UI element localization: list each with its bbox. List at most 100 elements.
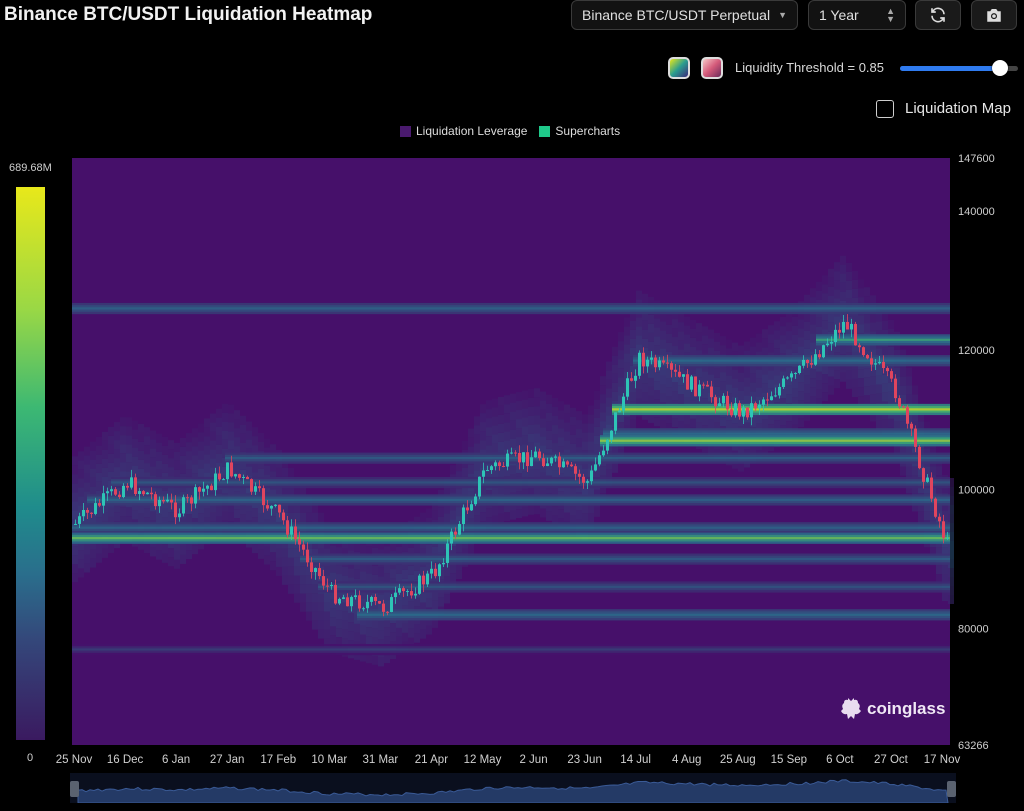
candle-body: [398, 588, 401, 593]
candle-body: [482, 470, 485, 477]
heatmap-cell: [318, 611, 324, 621]
candle-body: [806, 359, 809, 364]
time-navigator[interactable]: [70, 773, 956, 803]
heatmap-cell: [402, 623, 408, 633]
heatmap-cell: [840, 273, 846, 283]
heatmap-cell: [210, 422, 216, 432]
x-tick-label: 21 Apr: [415, 754, 448, 766]
heatmap-cell: [732, 378, 738, 388]
heatmap-cell: [828, 268, 834, 278]
liquidity-band: [72, 532, 950, 536]
candle-body: [126, 485, 129, 488]
candle-body: [318, 568, 321, 577]
candle-body: [598, 455, 601, 465]
candle-body: [110, 489, 113, 492]
heatmap-cell: [108, 435, 114, 445]
heatmap-cell: [150, 439, 156, 449]
heatmap-cell: [744, 368, 750, 378]
heatmap-cell: [624, 416, 630, 426]
heatmap-cell: [546, 394, 552, 404]
candle-body: [430, 568, 433, 574]
heatmap-cell: [870, 394, 876, 404]
heatmap-cell: [114, 512, 120, 522]
candle-body: [386, 611, 389, 613]
heatmap-cell: [852, 279, 858, 289]
heatmap-cell: [336, 565, 342, 575]
heatmap-cell: [276, 512, 282, 522]
liquidity-band: [600, 437, 950, 440]
heatmap-cell: [756, 333, 762, 343]
candle-body: [914, 428, 917, 447]
y-tick-label: 80000: [958, 624, 989, 636]
heatmap-cell: [96, 436, 102, 446]
candle-body: [162, 500, 165, 502]
heatmap-cell: [90, 549, 96, 559]
heatmap-cell: [276, 566, 282, 576]
heatmap-cell: [300, 566, 306, 576]
heatmap-cell: [768, 415, 774, 425]
heatmap-cell: [726, 375, 732, 385]
heatmap-cell: [702, 371, 708, 381]
heatmap-cell: [546, 412, 552, 422]
heatmap-cell: [402, 632, 408, 642]
heatmap-cell: [288, 584, 294, 594]
candle-body: [170, 499, 173, 503]
heatmap-cell: [438, 507, 444, 517]
heatmap-cell: [510, 465, 516, 475]
heatmap-cell: [138, 468, 144, 478]
heatmap-cell: [948, 504, 954, 514]
heatmap-cell: [828, 385, 834, 395]
heatmap-cell: [756, 342, 762, 352]
heatmap-cell: [264, 465, 270, 475]
candle-body: [542, 458, 545, 467]
heatmap-cell: [666, 342, 672, 352]
heatmap-cell: [678, 322, 684, 332]
candle-body: [814, 354, 817, 365]
heatmap-cell: [666, 387, 672, 397]
heatmap-cell: [312, 575, 318, 585]
heatmap-cell: [588, 504, 594, 514]
heatmap-cell: [852, 387, 858, 397]
heatmap-cell: [612, 391, 618, 401]
heatmap-cell: [174, 442, 180, 452]
heatmap-cell: [912, 466, 918, 476]
heatmap-cell: [138, 504, 144, 514]
liquidity-band: [357, 609, 950, 612]
heatmap-cell: [372, 619, 378, 629]
heatmap-cell: [648, 314, 654, 324]
heatmap-cell: [198, 459, 204, 469]
heatmap-cell: [672, 337, 678, 347]
candle-body: [390, 597, 393, 612]
candle-body: [310, 562, 313, 572]
navigator-left-handle[interactable]: [70, 781, 79, 797]
candle-body: [874, 363, 877, 365]
heatmap-cell: [504, 395, 510, 405]
candle-body: [886, 368, 889, 372]
heatmap-cell: [912, 394, 918, 404]
heatmap-cell: [858, 387, 864, 397]
heatmap-cell: [594, 399, 600, 409]
heatmap-cell: [672, 319, 678, 329]
liquidity-band: [318, 583, 950, 586]
heatmap-cell: [900, 367, 906, 377]
heatmap-cell: [306, 602, 312, 612]
candle-body: [698, 384, 701, 397]
candle-body: [706, 384, 709, 387]
heatmap-cell: [444, 504, 450, 514]
navigator-right-handle[interactable]: [947, 781, 956, 797]
heatmap-cell: [216, 507, 222, 517]
heatmap-cell: [546, 466, 552, 476]
candle-body: [270, 505, 273, 509]
heatmap-cell: [618, 359, 624, 369]
heatmap-cell: [864, 287, 870, 297]
heatmap-cell: [492, 398, 498, 408]
heatmap-cell: [798, 328, 804, 338]
heatmap-cell: [192, 464, 198, 474]
heatmap-cell: [276, 548, 282, 558]
x-tick-label: 12 May: [464, 754, 502, 766]
heatmap-cell: [318, 629, 324, 639]
heatmap-cell: [726, 384, 732, 394]
heatmap-cell: [642, 338, 648, 348]
candle-body: [266, 505, 269, 509]
heatmap-cell: [354, 569, 360, 579]
